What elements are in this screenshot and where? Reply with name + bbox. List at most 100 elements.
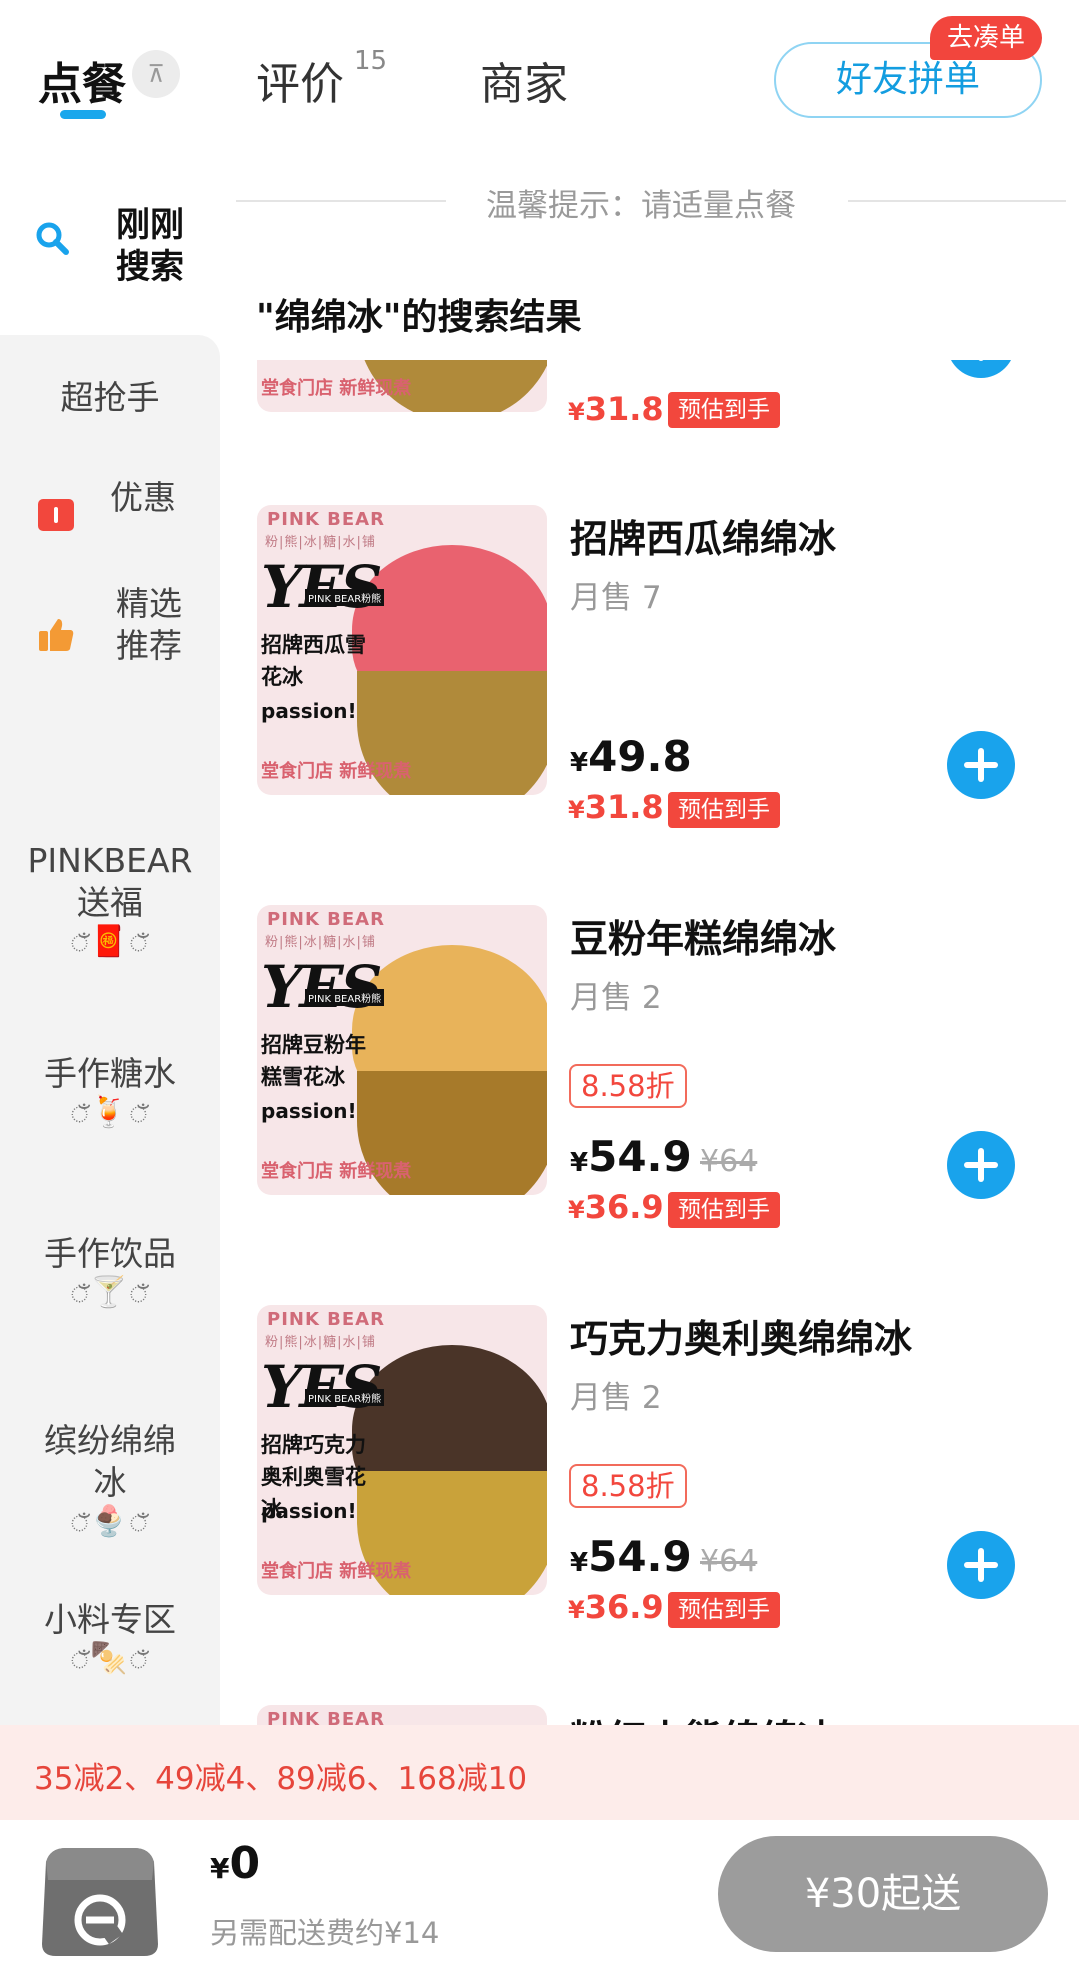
thumb-brand: PINK BEAR — [267, 909, 385, 930]
estimated-label: 预估到手 — [668, 392, 780, 428]
martini-icon: 🍸 — [90, 1275, 130, 1310]
thumb-passion: passion! — [261, 1099, 357, 1123]
thumb-passion: passion! — [261, 1499, 357, 1523]
product-name[interactable]: 粉红小熊绵绵冰 — [570, 1708, 836, 1725]
sidebar-item-toppings[interactable]: 小料专区 ഁ🍢ഁ — [0, 1599, 220, 1680]
search-icon — [36, 222, 69, 255]
monthly-sales: 月售 2 — [570, 1380, 662, 1416]
product-image[interactable]: PINK BEAR 粉|熊|冰|糖|水|铺 YES PINK BEAR粉熊 招牌… — [257, 905, 547, 1195]
estimated-label: 预估到手 — [668, 792, 780, 828]
thumb-name: 招牌西瓜雪花冰 — [261, 633, 366, 689]
sidebar-item-label: 手作饮品 — [44, 1234, 176, 1273]
checkout-button[interactable]: ¥30起送 — [718, 1836, 1048, 1952]
product-image[interactable]: PINK BEAR 粉|熊|冰|糖|水|铺 YES PINK BEAR粉熊 招牌… — [257, 505, 547, 795]
discount-badge: 8.58折 — [569, 1064, 687, 1108]
divider — [848, 200, 1066, 202]
thumb-name: 招牌豆粉年糕雪花冰 — [261, 1033, 366, 1089]
product-name[interactable]: 招牌西瓜绵绵冰 — [570, 508, 836, 563]
thumb-sub: 粉|熊|冰|糖|水|铺 — [265, 1335, 376, 1350]
ornament-icon: ഁ🍸ഁ — [70, 1275, 150, 1310]
thumb-brand: PINK BEAR — [267, 1309, 385, 1330]
estimated-label: 预估到手 — [668, 1592, 780, 1628]
sidebar-item-featured[interactable]: 精选推荐 — [0, 583, 226, 667]
shopping-bag-icon[interactable] — [36, 1840, 164, 1960]
top-tab-bar: 点餐 ⊼ 评价 15 商家 好友拼单 去凑单 — [0, 0, 1079, 150]
thumb-tag: PINK BEAR粉熊 — [305, 989, 385, 1006]
sidebar-item-pinkbear-gift[interactable]: PINKBEAR送福 ഁ🧧ഁ — [0, 840, 220, 963]
tip-text: 温馨提示：请适量点餐 — [486, 188, 796, 224]
thumb-footer-text: 堂食门店 新鲜现煮 — [261, 1161, 412, 1182]
discount-badge: 8.58折 — [569, 1464, 687, 1508]
add-to-cart-button[interactable] — [947, 1131, 1015, 1199]
thumbs-up-icon — [39, 619, 74, 651]
sidebar-item-label: 缤纷绵绵冰 — [44, 1421, 176, 1502]
sidebar-item-label: PINKBEAR送福 — [27, 841, 193, 922]
search-result-title: "绵绵冰"的搜索结果 — [256, 297, 582, 338]
sidebar-recent-search-label: 刚刚搜索 — [116, 205, 184, 287]
active-tab-indicator — [60, 110, 106, 119]
thumb-sub: 粉|熊|冰|糖|水|铺 — [265, 935, 376, 950]
tip-row: 温馨提示：请适量点餐 — [236, 180, 1066, 224]
thumb-yes: YES — [261, 953, 382, 1021]
product-price: ¥54.9 — [570, 1532, 692, 1581]
thumb-sub: 粉|熊|冰|糖|水|铺 — [265, 535, 376, 550]
sidebar-item-label: 优惠 — [110, 478, 176, 517]
add-to-cart-button[interactable] — [947, 731, 1015, 799]
ice-cream-icon: 🍨 — [90, 1504, 130, 1539]
final-price: ¥31.8 — [568, 390, 664, 428]
delivery-fee-note: 另需配送费约¥14 — [210, 1916, 440, 1950]
tab-shop[interactable]: 商家 — [480, 48, 568, 112]
ornament-icon: ഁ🧧ഁ — [70, 924, 150, 959]
product-image[interactable]: PINK BEAR 粉|熊|冰|糖|水|铺 YES PINK BEAR粉熊 招牌… — [257, 1305, 547, 1595]
promo-text: 35减2、49减4、89减6、168减10 — [34, 1761, 528, 1797]
sidebar-item-label: 超抢手 — [60, 378, 160, 417]
thumb-footer-text: 堂食门店 新鲜现煮 — [261, 761, 412, 782]
sidebar-item-deals[interactable]: 优惠 — [0, 477, 220, 519]
review-count: 15 — [354, 46, 388, 76]
monthly-sales: 月售 7 — [570, 580, 662, 616]
tab-review[interactable]: 评价 — [256, 48, 344, 112]
product-image[interactable]: PINK BEAR — [257, 1705, 547, 1725]
thumb-brand: PINK BEAR — [267, 509, 385, 530]
thumb-brand: PINK BEAR — [267, 1709, 385, 1725]
category-sidebar: 超抢手 优惠 精选推荐 PINKBEAR送福 ഁ🧧ഁ 手作糖水 ഁ🍹ഁ 手作饮品… — [0, 335, 220, 1725]
thumb-footer-text: 堂食门店 新鲜现煮 — [261, 1561, 412, 1582]
product-name[interactable]: 豆粉年糕绵绵冰 — [570, 908, 836, 963]
thumb-tag: PINK BEAR粉熊 — [305, 589, 385, 606]
product-list[interactable]: 堂食门店 新鲜现煮 ¥-- ¥31.8 预估到手 PINK BEAR 粉|熊|冰… — [220, 360, 1079, 1725]
monthly-sales: 月售 2 — [570, 980, 662, 1016]
sidebar-item-label: 精选推荐 — [116, 584, 182, 665]
cocktail-icon: 🍹 — [90, 1095, 130, 1130]
product-name[interactable]: 巧克力奥利奥绵绵冰 — [570, 1308, 912, 1363]
ornament-icon: ഁ🍨ഁ — [70, 1504, 150, 1539]
tab-order[interactable]: 点餐 — [38, 48, 126, 112]
sidebar-item-recent-search[interactable]: 刚刚搜索 — [0, 150, 220, 335]
add-to-cart-button[interactable] — [947, 1531, 1015, 1599]
original-price: ¥64 — [700, 1144, 758, 1179]
thumb-yes: YES — [261, 1353, 382, 1421]
final-price: ¥36.9 — [568, 1588, 664, 1626]
pin-icon[interactable]: ⊼ — [132, 50, 180, 98]
sidebar-item-handmade-dessert[interactable]: 手作糖水 ഁ🍹ഁ — [0, 1053, 220, 1134]
thumb-tag: PINK BEAR粉熊 — [305, 1389, 385, 1406]
product-price: ¥49.8 — [570, 732, 692, 781]
ornament-icon: ഁ🍢ഁ — [70, 1641, 150, 1676]
divider — [236, 200, 446, 202]
ornament-icon: ഁ🍹ഁ — [70, 1095, 150, 1130]
promo-bar[interactable]: 35减2、49减4、89减6、168减10 — [0, 1725, 1079, 1820]
group-order-badge[interactable]: 去凑单 — [930, 16, 1042, 60]
add-to-cart-button[interactable] — [947, 360, 1015, 378]
sidebar-item-label: 手作糖水 — [44, 1054, 176, 1093]
skewer-icon: 🍢 — [90, 1641, 130, 1676]
product-image[interactable]: 堂食门店 新鲜现煮 — [257, 360, 547, 412]
cart-bar: ¥0 另需配送费约¥14 ¥30起送 — [0, 1820, 1079, 1968]
sidebar-item-shaved-ice[interactable]: 缤纷绵绵冰 ഁ🍨ഁ — [0, 1420, 220, 1543]
sidebar-item-label: 小料专区 — [44, 1600, 176, 1639]
final-price: ¥36.9 — [568, 1188, 664, 1226]
product-price: ¥54.9 — [570, 1132, 692, 1181]
red-packet-icon: 🧧 — [90, 924, 130, 959]
thumb-footer-text: 堂食门店 新鲜现煮 — [261, 378, 412, 399]
estimated-label: 预估到手 — [668, 1192, 780, 1228]
sidebar-item-handmade-drinks[interactable]: 手作饮品 ഁ🍸ഁ — [0, 1233, 220, 1314]
sidebar-item-hot[interactable]: 超抢手 — [0, 377, 220, 419]
